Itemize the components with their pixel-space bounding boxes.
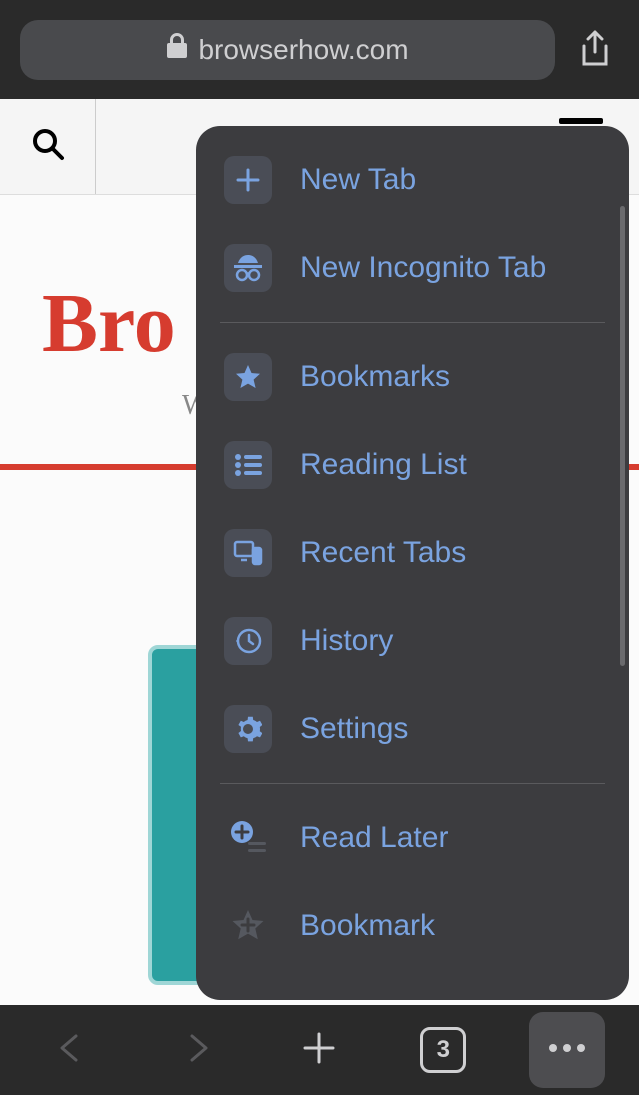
forward-button[interactable] [158, 1012, 234, 1088]
list-icon [224, 441, 272, 489]
devices-icon [224, 529, 272, 577]
more-button[interactable] [529, 1012, 605, 1088]
history-icon [224, 617, 272, 665]
plus-icon [299, 1028, 339, 1073]
menu-item-label: Bookmarks [300, 360, 450, 394]
gear-icon [224, 705, 272, 753]
browser-address-bar: browserhow.com [0, 0, 639, 99]
forward-arrow-icon [178, 1030, 214, 1071]
menu-item-label: Settings [300, 712, 408, 746]
tabs-button[interactable]: 3 [405, 1012, 481, 1088]
menu-item-label: Reading List [300, 448, 467, 482]
address-domain: browserhow.com [198, 34, 408, 66]
back-button[interactable] [34, 1012, 110, 1088]
menu-item-settings[interactable]: Settings [196, 685, 629, 773]
hamburger-icon[interactable] [559, 118, 603, 124]
read-later-icon [224, 814, 272, 862]
tab-count: 3 [437, 1036, 450, 1064]
more-dots-icon [545, 1041, 589, 1059]
menu-divider [220, 783, 605, 784]
back-arrow-icon [54, 1030, 90, 1071]
tab-count-badge: 3 [420, 1027, 466, 1073]
menu-item-incognito[interactable]: New Incognito Tab [196, 224, 629, 312]
menu-item-label: New Tab [300, 163, 416, 197]
menu-scrollbar[interactable] [620, 206, 625, 666]
menu-item-recent-tabs[interactable]: Recent Tabs [196, 509, 629, 597]
lock-icon [166, 33, 188, 66]
menu-item-bookmark[interactable]: Bookmark [196, 882, 629, 970]
star-icon [224, 353, 272, 401]
menu-divider [220, 322, 605, 323]
menu-item-label: History [300, 624, 393, 658]
overflow-menu: New Tab New Incognito Tab Bookmarks Read… [196, 126, 629, 1000]
site-search-button[interactable] [0, 99, 96, 194]
incognito-icon [224, 244, 272, 292]
menu-item-new-tab[interactable]: New Tab [196, 136, 629, 224]
menu-item-label: Recent Tabs [300, 536, 466, 570]
menu-item-reading-list[interactable]: Reading List [196, 421, 629, 509]
new-tab-button[interactable] [281, 1012, 357, 1088]
menu-item-bookmarks[interactable]: Bookmarks [196, 333, 629, 421]
search-icon [31, 127, 65, 166]
menu-item-label: Read Later [300, 821, 448, 855]
plus-icon [224, 156, 272, 204]
menu-item-label: Bookmark [300, 909, 435, 943]
address-field[interactable]: browserhow.com [20, 20, 555, 80]
browser-bottom-toolbar: 3 [0, 1005, 639, 1095]
menu-item-history[interactable]: History [196, 597, 629, 685]
menu-item-label: New Incognito Tab [300, 251, 546, 285]
share-button[interactable] [571, 26, 619, 74]
menu-item-read-later[interactable]: Read Later [196, 794, 629, 882]
star-plus-icon [224, 902, 272, 950]
